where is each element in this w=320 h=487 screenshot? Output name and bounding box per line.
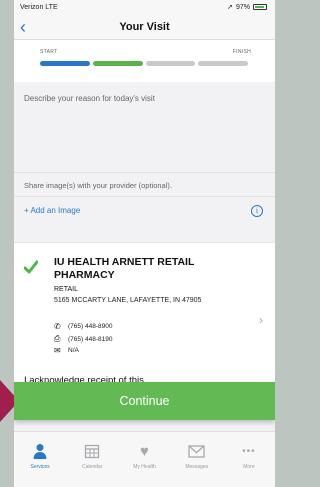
envelope-icon: [188, 442, 205, 460]
pharmacy-type: RETAIL: [54, 286, 78, 293]
calendar-icon: [84, 442, 100, 460]
info-icon[interactable]: i: [251, 204, 263, 217]
visit-progress: START FINISH: [14, 40, 275, 82]
pharmacy-email-row: ✉ N/A: [54, 346, 79, 355]
progress-finish-label: FINISH: [232, 49, 251, 55]
phone-screen: Verizon LTE ➚ 97% ‹ Your Visit START FIN…: [14, 0, 275, 487]
pharmacy-phone-row[interactable]: ✆ (765) 448-8900: [54, 322, 112, 331]
status-bar: Verizon LTE ➚ 97%: [14, 0, 275, 14]
fax-icon: ⎙: [54, 334, 61, 343]
heart-icon: ♥: [140, 442, 149, 460]
progress-labels: START FINISH: [40, 49, 251, 55]
tab-my-health[interactable]: ♥ My Health: [118, 442, 170, 487]
tab-services[interactable]: Services: [14, 442, 66, 487]
pharmacy-phone: (765) 448-8900: [68, 323, 113, 330]
chevron-right-icon: ›: [259, 313, 263, 327]
tab-more[interactable]: ••• More: [223, 442, 275, 487]
battery-icon: [253, 4, 267, 10]
email-icon: ✉: [54, 346, 61, 355]
tab-label: Calendar: [82, 464, 103, 470]
pharmacy-email: N/A: [68, 347, 79, 354]
status-right: ➚ 97%: [227, 3, 267, 11]
progress-step-4: [198, 61, 248, 66]
progress-step-3: [145, 61, 196, 66]
pharmacy-address: 5165 MCCARTY LANE, LAFAYETTE, IN 47905: [54, 297, 202, 304]
add-image-row: + Add an Image i: [14, 196, 275, 224]
tab-label: More: [243, 464, 255, 470]
location-icon: ➚: [227, 4, 233, 11]
nav-bar: ‹ Your Visit: [14, 14, 275, 40]
share-images-section: Share image(s) with your provider (optio…: [14, 172, 275, 196]
phone-icon: ✆: [54, 322, 61, 331]
progress-bar: [40, 61, 248, 66]
tab-messages[interactable]: Messages: [171, 442, 223, 487]
continue-button[interactable]: Continue: [14, 382, 275, 420]
pharmacy-fax-row: ⎙ (765) 448-8190: [54, 334, 112, 344]
more-dots-icon: •••: [242, 445, 256, 457]
tab-label: My Health: [133, 464, 156, 470]
tab-label: Messages: [185, 464, 209, 470]
battery-percent: 97%: [235, 3, 250, 11]
pharmacy-leaf-icon: [24, 260, 38, 274]
pharmacy-card[interactable]: IU HEALTH ARNETT RETAIL PHARMACY RETAIL …: [14, 242, 275, 390]
reason-label: Describe your reason for today's visit: [24, 94, 155, 103]
tab-calendar[interactable]: Calendar: [66, 442, 118, 487]
progress-start-label: START: [40, 49, 58, 55]
reason-field[interactable]: Describe your reason for today's visit: [14, 82, 275, 136]
progress-step-2: [92, 61, 143, 66]
pharmacy-fax: (765) 448-8190: [68, 335, 113, 343]
carrier-label: Verizon LTE: [20, 3, 58, 11]
share-label: Share image(s) with your provider (optio…: [24, 181, 172, 190]
tab-bar: Services Calendar ♥ My Health Messages •…: [14, 431, 275, 487]
page-title: Your Visit: [119, 20, 170, 33]
tab-label: Services: [30, 464, 50, 470]
back-chevron-icon[interactable]: ‹: [20, 17, 26, 38]
progress-step-1: [40, 61, 90, 66]
add-image-button[interactable]: + Add an Image: [24, 206, 80, 215]
person-icon: [32, 442, 48, 460]
pharmacy-name: IU HEALTH ARNETT RETAIL PHARMACY: [54, 256, 195, 281]
